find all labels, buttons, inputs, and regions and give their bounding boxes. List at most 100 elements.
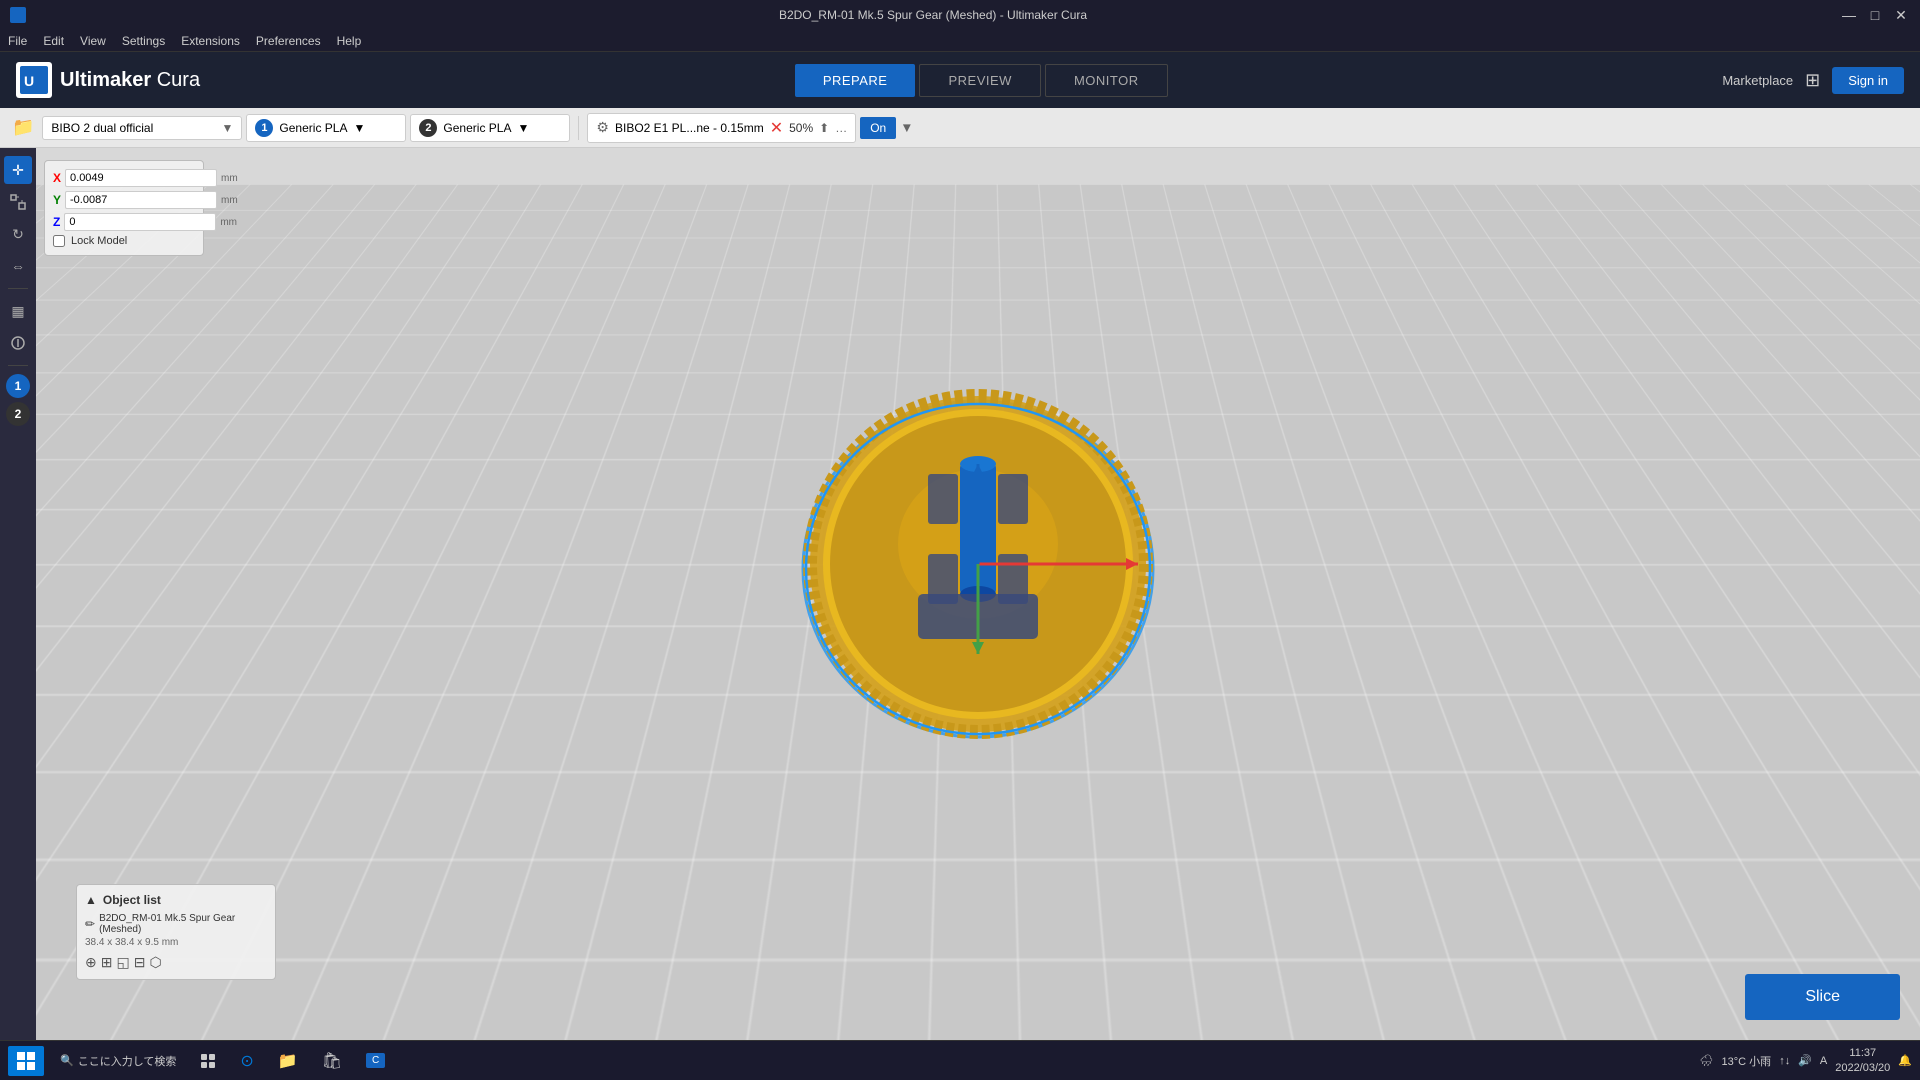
tab-monitor[interactable]: MONITOR	[1045, 64, 1168, 97]
extruder2-icon[interactable]: 2	[6, 402, 30, 426]
cura-taskbar-button[interactable]: C	[358, 1044, 393, 1078]
time-display: 11:37	[1835, 1046, 1890, 1060]
collapse-icon[interactable]: ▲	[85, 893, 97, 907]
object-action-icons: ⊕ ⊞ ◱ ⊟ ⬡	[85, 954, 267, 971]
menu-settings[interactable]: Settings	[122, 34, 165, 48]
task-view-button[interactable]	[192, 1044, 224, 1078]
obj-icon-1[interactable]: ⊕	[85, 954, 97, 971]
gear-model[interactable]	[788, 359, 1168, 739]
lock-model-checkbox[interactable]	[53, 235, 65, 247]
printer-name: BIBO 2 dual official	[51, 121, 153, 135]
transform-panel: X mm Y mm Z mm Lock Model	[44, 160, 204, 256]
object-list-item: ✏ B2DO_RM-01 Mk.5 Spur Gear (Meshed)	[85, 913, 267, 935]
open-folder-button[interactable]: 📁	[8, 113, 38, 142]
menu-preferences[interactable]: Preferences	[256, 34, 321, 48]
x-coordinate-row: X mm	[53, 169, 195, 187]
y-unit: mm	[221, 195, 238, 206]
arrange-tool-button[interactable]: ▦	[4, 297, 32, 325]
window-title: B2DO_RM-01 Mk.5 Spur Gear (Meshed) - Ult…	[26, 8, 1840, 22]
logo-icon: U	[16, 62, 52, 98]
extruder1-badge: 1	[255, 119, 273, 137]
quality-icon: ✕	[770, 118, 783, 138]
more-icon: …	[835, 121, 847, 135]
search-icon: 🔍	[60, 1054, 74, 1067]
toolbar-separator	[8, 288, 28, 289]
obj-icon-3[interactable]: ◱	[116, 954, 129, 971]
maximize-button[interactable]: □	[1866, 6, 1884, 24]
menu-edit[interactable]: Edit	[43, 34, 64, 48]
z-label: Z	[53, 215, 60, 229]
object-name: B2DO_RM-01 Mk.5 Spur Gear (Meshed)	[99, 913, 267, 935]
notification-icon[interactable]: 🔔	[1898, 1054, 1912, 1067]
menu-view[interactable]: View	[80, 34, 106, 48]
svg-text:U: U	[24, 73, 34, 89]
menu-file[interactable]: File	[8, 34, 27, 48]
3d-viewport[interactable]: X mm Y mm Z mm Lock Model	[36, 148, 1920, 1040]
logo: U Ultimaker Cura	[16, 62, 200, 98]
mirror-tool-button[interactable]: ⇔	[4, 252, 32, 280]
start-button[interactable]	[8, 1046, 44, 1076]
expand-button[interactable]: ▼	[900, 120, 913, 135]
object-list-panel: ▲ Object list ✏ B2DO_RM-01 Mk.5 Spur Gea…	[76, 884, 276, 980]
speaker-icon: 🔊	[1798, 1054, 1812, 1067]
z-unit: mm	[220, 217, 237, 228]
upload-icon: ⬆	[819, 121, 829, 135]
menubar: File Edit View Settings Extensions Prefe…	[0, 30, 1920, 52]
main-area: ✛ ↻ ⇔ ▦ 1 2 X	[0, 148, 1920, 1040]
edge-browser-button[interactable]: ⊙	[232, 1044, 261, 1078]
close-button[interactable]: ✕	[1892, 6, 1910, 24]
obj-icon-5[interactable]: ⬡	[149, 954, 161, 971]
menu-extensions[interactable]: Extensions	[181, 34, 240, 48]
grid-icon-button[interactable]: ⊞	[1805, 70, 1820, 91]
on-toggle-button[interactable]: On	[860, 117, 896, 139]
scale-tool-button[interactable]	[4, 188, 32, 216]
x-input[interactable]	[65, 169, 217, 187]
tab-prepare[interactable]: PREPARE	[795, 64, 916, 97]
y-label: Y	[53, 193, 61, 207]
rotate-tool-button[interactable]: ↻	[4, 220, 32, 248]
settings-icon: ⚙	[596, 119, 609, 136]
topbar: U Ultimaker Cura PREPARE PREVIEW MONITOR…	[0, 52, 1920, 108]
taskbar-right: 🌧 13°C 小雨 ↑↓ 🔊 A 11:37 2022/03/20 🔔	[1700, 1046, 1912, 1075]
marketplace-button[interactable]: Marketplace	[1722, 73, 1793, 88]
logo-text: Ultimaker Cura	[60, 69, 200, 92]
clock: 11:37 2022/03/20	[1835, 1046, 1890, 1075]
extruder1-material[interactable]: 1 Generic PLA ▼	[246, 114, 406, 142]
obj-icon-4[interactable]: ⊟	[134, 954, 146, 971]
z-coordinate-row: Z mm	[53, 213, 195, 231]
lock-model-label: Lock Model	[71, 235, 127, 247]
edit-icon[interactable]: ✏	[85, 917, 95, 931]
toolbar-separator2	[8, 365, 28, 366]
move-tool-button[interactable]: ✛	[4, 156, 32, 184]
y-input[interactable]	[65, 191, 217, 209]
profile-name: BIBO2 E1 PL...ne - 0.15mm	[615, 121, 764, 135]
extruder1-material-name: Generic PLA	[279, 121, 347, 135]
extruder1-icon[interactable]: 1	[6, 374, 30, 398]
app-icon	[10, 7, 26, 23]
file-explorer-button[interactable]: 📁	[270, 1044, 306, 1078]
z-input[interactable]	[64, 213, 216, 231]
tab-preview[interactable]: PREVIEW	[919, 64, 1040, 97]
date-display: 2022/03/20	[1835, 1061, 1890, 1075]
ext2-dropdown-arrow: ▼	[517, 121, 529, 135]
obj-icon-2[interactable]: ⊞	[101, 954, 113, 971]
profile-selector[interactable]: ⚙ BIBO2 E1 PL...ne - 0.15mm ✕ 50% ⬆ …	[587, 113, 856, 143]
x-label: X	[53, 171, 61, 185]
language-icon: A	[1820, 1055, 1827, 1067]
search-placeholder: ここに入力して検索	[78, 1053, 177, 1069]
search-button[interactable]: 🔍 ここに入力して検索	[52, 1044, 184, 1078]
signin-button[interactable]: Sign in	[1832, 67, 1904, 94]
extruder2-material[interactable]: 2 Generic PLA ▼	[410, 114, 570, 142]
menu-help[interactable]: Help	[337, 34, 362, 48]
weather-icon: 🌧	[1700, 1054, 1714, 1067]
y-coordinate-row: Y mm	[53, 191, 195, 209]
quality-percent: 50%	[789, 121, 813, 135]
support-tool-button[interactable]	[4, 329, 32, 357]
slice-button[interactable]: Slice	[1745, 974, 1900, 1020]
extruder2-badge: 2	[419, 119, 437, 137]
store-button[interactable]: 🛍	[314, 1044, 350, 1078]
object-list-header: ▲ Object list	[85, 893, 267, 907]
minimize-button[interactable]: —	[1840, 6, 1858, 24]
extruder2-material-name: Generic PLA	[443, 121, 511, 135]
printer-selector[interactable]: BIBO 2 dual official ▼	[42, 116, 242, 140]
